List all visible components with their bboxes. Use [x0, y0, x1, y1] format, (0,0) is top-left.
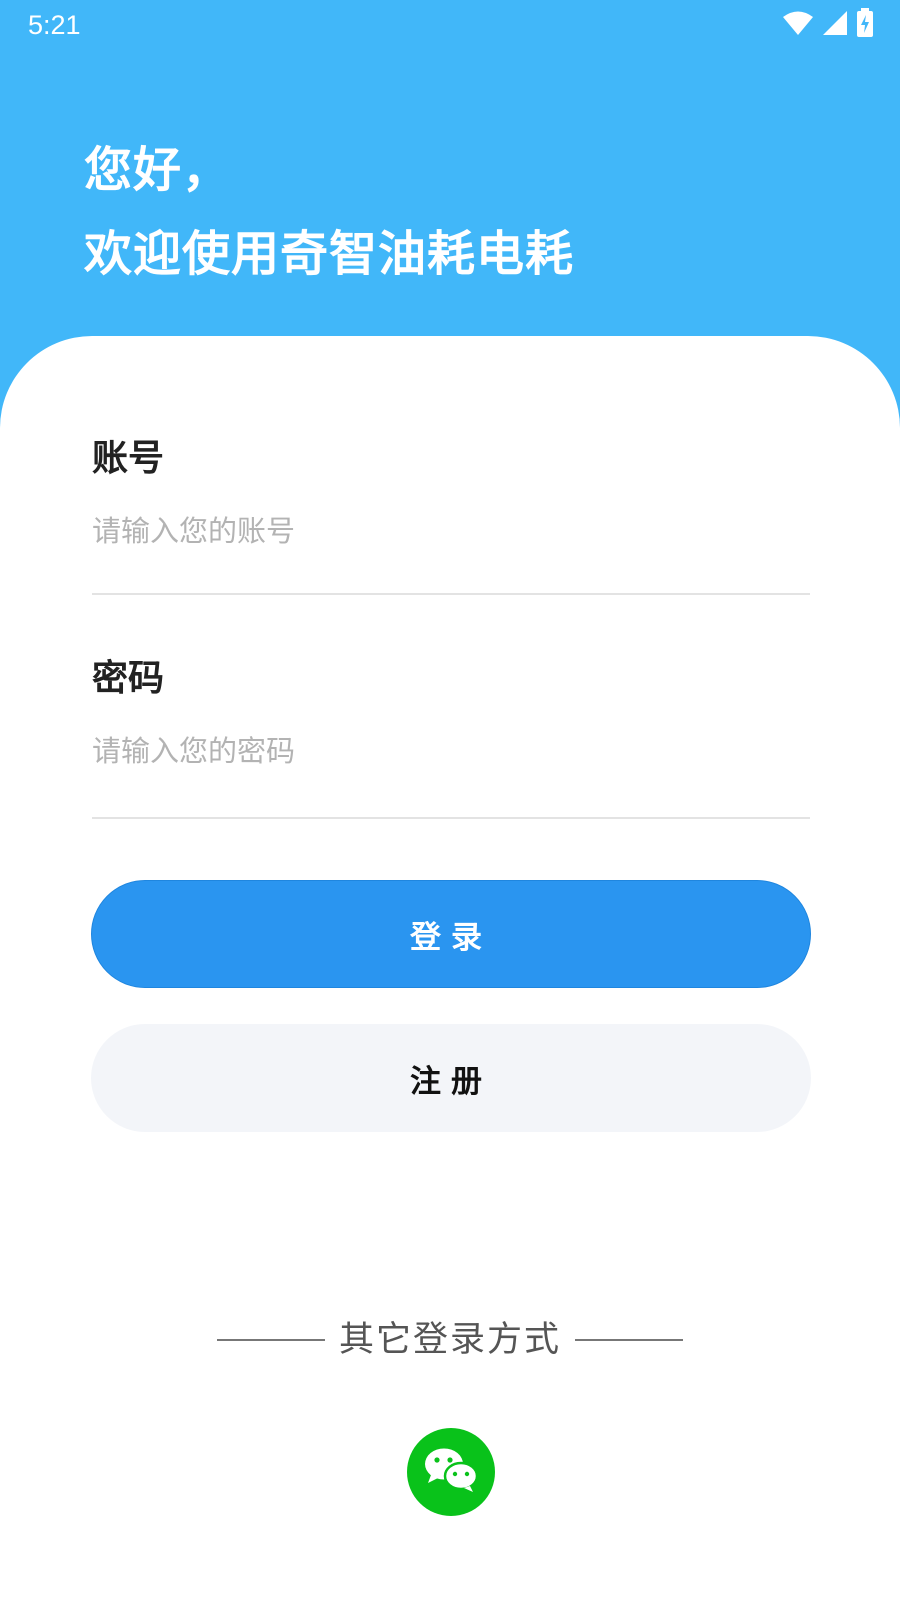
greeting-line-hello: 您好， [84, 142, 232, 198]
other-login-title: 其它登录方式 [338, 1320, 561, 1360]
status-time: 5:21 [28, 10, 81, 40]
status-icons [782, 8, 874, 42]
divider-line-right [575, 1339, 683, 1341]
login-screen: 5:21 您好， 欢迎使用奇智油耗电耗 账号 请输入您的账号 密码 登录 注册 … [0, 0, 900, 1600]
divider-line-left [216, 1339, 325, 1341]
password-divider [92, 817, 810, 819]
wechat-login-button[interactable] [407, 1428, 495, 1516]
battery-charging-icon [856, 8, 874, 42]
login-button[interactable]: 登录 [91, 880, 811, 988]
wifi-icon [782, 10, 814, 40]
register-button[interactable]: 注册 [91, 1024, 811, 1132]
password-input[interactable] [92, 726, 810, 776]
greeting-line-welcome: 欢迎使用奇智油耗电耗 [84, 226, 575, 282]
wechat-icon [422, 1446, 480, 1498]
account-divider [92, 593, 810, 595]
password-label: 密码 [92, 658, 165, 699]
signal-icon [822, 10, 848, 40]
welcome-greeting: 您好， 欢迎使用奇智油耗电耗 [84, 128, 574, 296]
account-input[interactable] [92, 506, 810, 556]
status-bar: 5:21 [0, 0, 900, 50]
account-label: 账号 [92, 438, 165, 479]
other-login-divider: 其它登录方式 [0, 1312, 900, 1368]
